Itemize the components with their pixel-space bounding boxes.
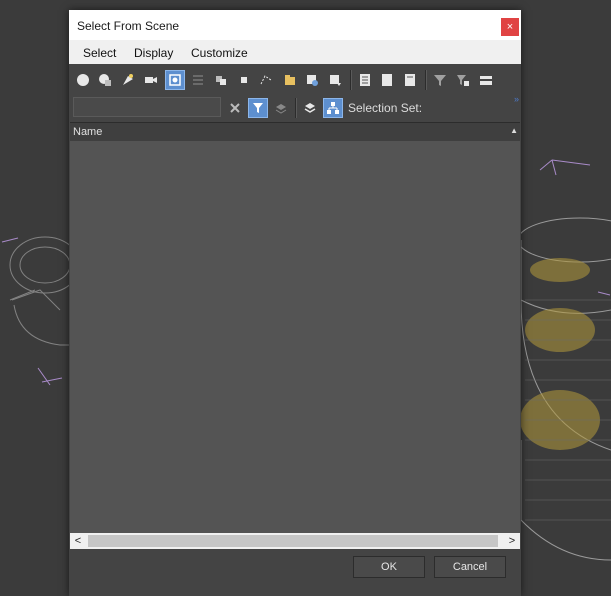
menu-display[interactable]: Display [134, 46, 173, 60]
menu-select[interactable]: Select [83, 46, 116, 60]
select-invert-icon[interactable] [401, 71, 419, 89]
sort-ascending-icon: ▲ [510, 126, 518, 135]
display-spacewarps-icon[interactable] [189, 71, 207, 89]
scroll-left-button[interactable]: < [70, 533, 86, 549]
display-hidden-icon[interactable] [326, 71, 344, 89]
horizontal-scrollbar[interactable]: < > [70, 533, 520, 549]
search-input[interactable] [73, 97, 221, 117]
toolbar-separator [425, 70, 427, 90]
display-containers-icon[interactable] [281, 71, 299, 89]
scroll-right-button[interactable]: > [504, 533, 520, 549]
display-groups-icon[interactable] [212, 71, 230, 89]
layer-filter-icon[interactable] [272, 99, 290, 117]
list-header: Name ▲ [70, 122, 520, 143]
sort-by-layer-icon[interactable] [301, 99, 319, 117]
select-all-icon[interactable] [356, 71, 374, 89]
options-icon[interactable] [477, 71, 495, 89]
display-helpers-icon[interactable] [165, 70, 185, 90]
menu-bar: Select Display Customize [69, 40, 521, 64]
display-frozen-icon[interactable] [303, 71, 321, 89]
ok-button[interactable]: OK [353, 556, 425, 578]
scrollbar-thumb[interactable] [88, 535, 498, 547]
filter-icon[interactable] [431, 71, 449, 89]
display-cameras-icon[interactable] [142, 71, 160, 89]
column-header-name[interactable]: Name [73, 126, 102, 138]
display-lights-icon[interactable] [119, 71, 137, 89]
display-geometry-icon[interactable] [74, 71, 92, 89]
toolbar-separator [350, 70, 352, 90]
toolbar-separator [295, 98, 297, 118]
display-shapes-icon[interactable] [96, 71, 114, 89]
selection-set-label: Selection Set: [348, 101, 423, 115]
clear-search-icon[interactable] [226, 99, 244, 117]
filter-selected-icon[interactable] [454, 71, 472, 89]
display-xrefs-icon[interactable] [235, 71, 253, 89]
search-toolbar: Selection Set: » [69, 94, 521, 122]
find-case-sensitive-icon[interactable] [248, 98, 268, 118]
sort-by-hierarchy-icon[interactable] [323, 98, 343, 118]
menu-customize[interactable]: Customize [191, 46, 248, 60]
scene-object-list[interactable] [70, 141, 520, 533]
select-from-scene-dialog: Select From Scene × Select Display Custo… [69, 10, 521, 596]
cancel-button[interactable]: Cancel [434, 556, 506, 578]
close-button[interactable]: × [501, 18, 519, 36]
title-bar[interactable]: Select From Scene × [69, 10, 521, 40]
dialog-title: Select From Scene [77, 19, 180, 33]
filter-toolbar [69, 66, 521, 94]
select-none-icon[interactable] [378, 71, 396, 89]
display-bones-icon[interactable] [257, 71, 275, 89]
expand-toolbar-icon[interactable]: » [514, 94, 519, 104]
